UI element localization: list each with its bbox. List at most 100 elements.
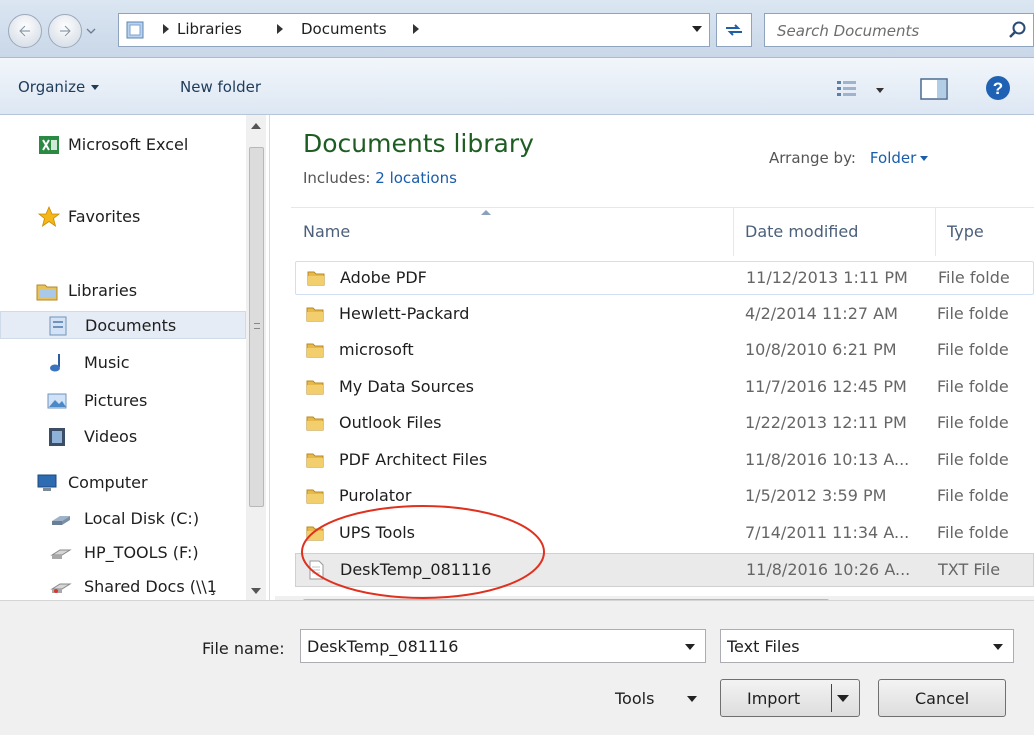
nav-item-pictures[interactable]: Pictures — [0, 387, 246, 415]
views-dropdown-icon[interactable] — [876, 88, 884, 93]
column-divider[interactable] — [935, 208, 936, 256]
file-row[interactable]: Purolator 1/5/2012 3:59 PM File folde — [295, 480, 1034, 514]
organize-label: Organize — [18, 78, 86, 96]
nav-item-documents[interactable]: Documents — [0, 311, 246, 339]
refresh-icon — [726, 24, 742, 36]
file-row[interactable]: Hewlett-Packard 4/2/2014 11:27 AM File fol… — [295, 298, 1034, 332]
file-row[interactable]: My Data Sources 11/7/2016 12:45 PM File fo… — [295, 371, 1034, 405]
nav-item-computer[interactable]: Computer — [0, 469, 246, 497]
file-name: Outlook Files — [339, 413, 442, 432]
folder-icon — [306, 343, 324, 358]
nav-item-libraries[interactable]: Libraries — [0, 277, 246, 305]
column-header-name[interactable]: Name — [303, 222, 350, 241]
content-pane: Documents library Includes: 2 locations … — [275, 115, 1034, 600]
column-header-date[interactable]: Date modified — [745, 222, 858, 241]
import-options-dropdown-icon[interactable] — [837, 695, 849, 702]
search-placeholder: Search Documents — [777, 22, 920, 40]
address-history-dropdown-icon[interactable] — [692, 26, 702, 32]
library-includes: Includes: 2 locations — [303, 169, 457, 187]
nav-item-favorites[interactable]: Favorites — [0, 203, 246, 231]
breadcrumb-documents[interactable]: Documents — [301, 20, 387, 38]
nav-item-label: HP_TOOLS (F:) — [84, 543, 199, 562]
library-icon — [126, 21, 144, 39]
nav-item-shared-docs[interactable]: Shared Docs (\\1̧ — [0, 573, 246, 600]
new-folder-button[interactable]: New folder — [180, 78, 261, 96]
nav-item-label: Libraries — [68, 281, 138, 300]
file-row[interactable]: UPS Tools 7/14/2011 11:34 A... File folde — [295, 517, 1034, 551]
search-icon[interactable] — [1007, 20, 1027, 40]
file-type: TXT File — [938, 560, 1001, 579]
file-type: File folde — [937, 413, 1009, 432]
scroll-up-icon[interactable] — [251, 123, 261, 129]
file-type-dropdown-icon[interactable] — [993, 644, 1003, 650]
locations-link[interactable]: 2 locations — [375, 169, 457, 187]
nav-item-videos[interactable]: Videos — [0, 423, 246, 451]
nav-item-microsoft-excel[interactable]: Microsoft Excel — [0, 131, 246, 159]
nav-item-label: Favorites — [68, 207, 141, 226]
file-type: File folde — [937, 486, 1009, 505]
date-modified: 11/8/2016 10:26 A... — [746, 560, 911, 579]
file-type: File folde — [937, 449, 1009, 469]
file-type: File folde — [937, 340, 1009, 359]
chevron-down-icon[interactable] — [920, 156, 929, 161]
column-divider[interactable] — [733, 208, 734, 256]
folder-icon — [306, 307, 324, 321]
music-icon — [50, 354, 60, 372]
folder-icon — [306, 453, 324, 467]
nav-item-music[interactable]: Music — [0, 349, 246, 377]
nav-item-label: Pictures — [84, 391, 148, 410]
file-row[interactable]: PDF Architect Files 11/8/2016 10:13 A... F… — [295, 444, 1034, 478]
preview-pane-icon[interactable] — [920, 78, 948, 100]
videos-icon — [49, 428, 65, 446]
library-title: Documents library — [303, 129, 534, 158]
forward-button[interactable] — [48, 14, 82, 48]
tools-label: Tools — [615, 689, 655, 708]
breadcrumb-separator-icon — [163, 24, 169, 34]
date-modified: 4/2/2014 11:27 AM — [745, 303, 898, 323]
column-headers: Name Date modified Type — [291, 207, 1034, 256]
tools-button[interactable]: Tools — [600, 679, 710, 717]
arrange-by-dropdown[interactable]: Folder — [870, 149, 916, 167]
nav-item-label: Computer — [68, 473, 148, 492]
change-view-icon[interactable] — [836, 80, 858, 98]
file-row[interactable]: microsoft 10/8/2010 6:21 PM File folde — [295, 334, 1034, 368]
file-name: Purolator — [339, 486, 412, 505]
chevron-down-icon — [91, 85, 100, 90]
column-header-type[interactable]: Type — [947, 222, 984, 241]
cancel-button[interactable]: Cancel — [878, 679, 1006, 717]
text-file-icon — [309, 560, 324, 580]
scroll-down-icon[interactable] — [251, 588, 261, 594]
cancel-label: Cancel — [915, 689, 970, 708]
file-row[interactable]: DeskTemp_081116 11/8/2016 10:26 A... TXT F… — [295, 553, 1034, 587]
folder-icon — [306, 526, 324, 540]
arrange-by: Arrange by: Folder — [769, 149, 929, 167]
help-icon[interactable]: ? — [984, 74, 1012, 102]
scroll-thumb[interactable] — [249, 147, 264, 507]
address-bar: Libraries Documents Search Documents — [0, 0, 1034, 58]
nav-vertical-scrollbar[interactable] — [246, 115, 266, 600]
back-arrow-icon — [18, 25, 30, 37]
recent-pages-chevron-icon[interactable] — [86, 26, 96, 36]
libraries-icon — [36, 284, 58, 301]
organize-menu[interactable]: Organize — [18, 78, 100, 96]
breadcrumb-libraries[interactable]: Libraries — [177, 20, 242, 38]
file-name: DeskTemp_081116 — [340, 560, 492, 579]
file-type-select[interactable]: Text Files — [720, 629, 1014, 663]
file-name: UPS Tools — [339, 522, 416, 542]
import-button[interactable]: Import — [720, 679, 860, 717]
search-input[interactable]: Search Documents — [764, 13, 1034, 47]
nav-item-label: Shared Docs (\\1̧ — [84, 577, 217, 596]
file-name-input[interactable]: DeskTemp_081116 — [300, 629, 706, 663]
nav-item-label: Videos — [84, 427, 138, 446]
back-button[interactable] — [8, 14, 42, 48]
nav-item-local-disk[interactable]: Local Disk (C:) — [0, 505, 246, 533]
file-name-dropdown-icon[interactable] — [685, 644, 695, 650]
breadcrumb-separator-icon[interactable] — [413, 24, 419, 34]
file-name: PDF Architect Files — [339, 449, 488, 469]
file-row[interactable]: Adobe PDF 11/12/2013 1:11 PM File folde — [295, 261, 1034, 295]
file-row[interactable]: Outlook Files 1/22/2013 12:11 PM File fold… — [295, 407, 1034, 441]
file-name: Adobe PDF — [340, 268, 427, 287]
nav-item-hp-tools[interactable]: HP_TOOLS (F:) — [0, 539, 246, 567]
address-box[interactable]: Libraries Documents — [118, 13, 710, 47]
refresh-button[interactable] — [716, 13, 752, 47]
